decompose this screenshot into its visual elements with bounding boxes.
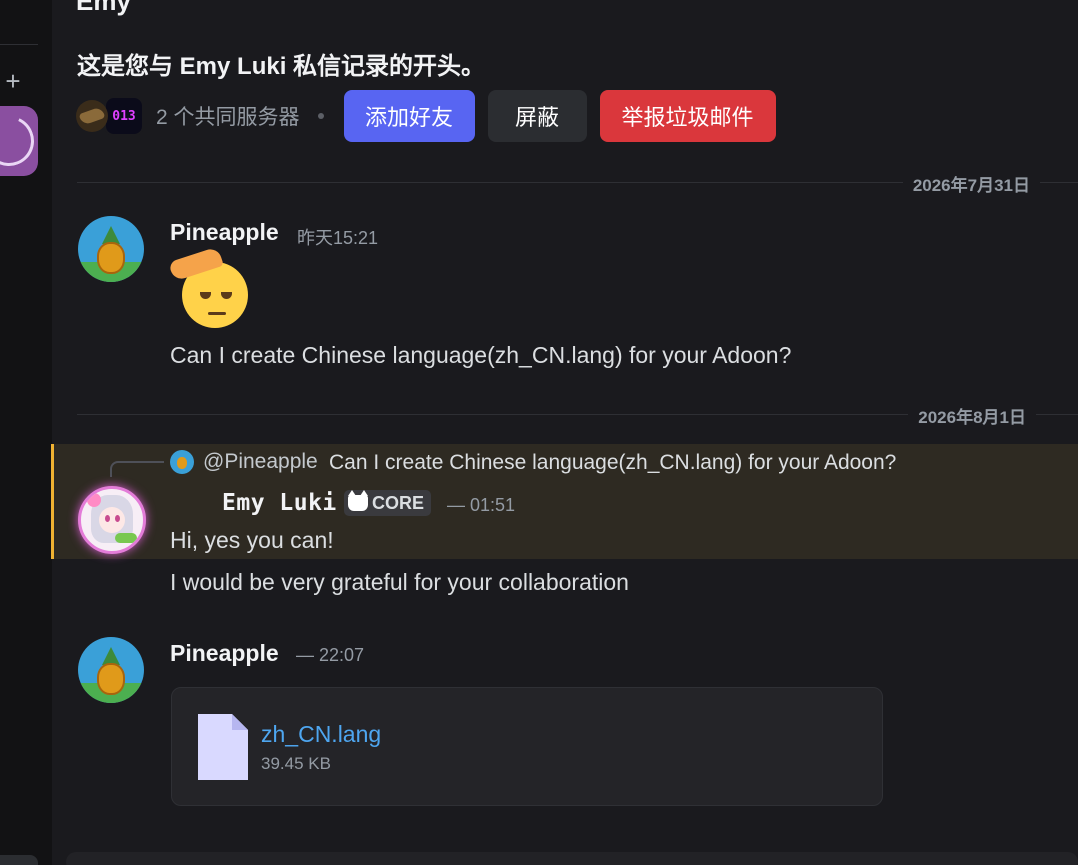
message-author[interactable]: Emy Luki — [222, 490, 337, 516]
chat-pane: Emy 这是您与 Emy Luki 私信记录的开头。 013 2 个共同服务器 … — [51, 0, 1078, 865]
cat-icon — [348, 490, 368, 511]
dm-intro-actions: 013 2 个共同服务器 添加好友 屏蔽 举报垃圾邮件 — [76, 90, 776, 142]
add-friend-button[interactable]: 添加好友 — [343, 90, 475, 142]
reply-spine — [110, 461, 164, 477]
avatar[interactable] — [78, 486, 146, 554]
file-attachment[interactable]: zh_CN.lang 39.45 KB — [171, 687, 883, 806]
reply-avatar[interactable] — [170, 450, 194, 474]
message-text: I would be very grateful for your collab… — [170, 569, 629, 595]
date-divider: 2026年8月1日 — [77, 403, 1078, 428]
file-name-link[interactable]: zh_CN.lang — [261, 721, 381, 748]
message-author[interactable]: Pineapple — [170, 219, 279, 246]
reply-author[interactable]: @Pineapple — [203, 450, 318, 474]
report-spam-button[interactable]: 举报垃圾邮件 — [599, 90, 776, 142]
date-label: 2026年7月31日 — [902, 171, 1040, 196]
server-tag-label: CORE — [372, 492, 425, 513]
saluting-face-icon — [168, 246, 252, 332]
server-ring-icon — [0, 108, 38, 174]
separator-dot — [317, 113, 324, 119]
avatar[interactable] — [78, 216, 144, 282]
avatar[interactable] — [78, 637, 144, 703]
server-rail: + — [0, 0, 52, 865]
date-divider: 2026年7月31日 — [77, 171, 1078, 196]
message-text: Hi, yes you can! — [170, 527, 334, 553]
date-label: 2026年8月1日 — [908, 403, 1036, 428]
rail-footer — [0, 855, 38, 865]
add-server-icon[interactable]: + — [2, 66, 24, 96]
message-timestamp: 昨天15:21 — [297, 228, 379, 248]
mutual-servers-icons[interactable]: 013 — [76, 96, 144, 136]
mention-bar — [51, 444, 54, 559]
server-tag[interactable]: CORE — [344, 490, 432, 516]
message-text: Can I create Chinese language(zh_CN.lang… — [170, 342, 792, 368]
reply-preview-text[interactable]: Can I create Chinese language(zh_CN.lang… — [329, 451, 896, 475]
server-icon[interactable] — [0, 106, 38, 176]
mutual-server-013-icon[interactable]: 013 — [104, 96, 144, 136]
mutual-servers-link[interactable]: 2 个共同服务器 — [156, 101, 300, 131]
file-size: 39.45 KB — [261, 754, 331, 773]
message-timestamp: — 22:07 — [296, 645, 365, 665]
dm-intro-text: 这是您与 Emy Luki 私信记录的开头。 — [77, 53, 486, 80]
message-author[interactable]: Pineapple — [170, 640, 279, 667]
mutual-server-dino-icon[interactable] — [76, 100, 108, 132]
block-button[interactable]: 屏蔽 — [487, 90, 587, 142]
message-timestamp: — 01:51 — [447, 495, 516, 515]
dm-title: Emy — [76, 0, 131, 16]
message-composer[interactable] — [66, 852, 1078, 865]
rail-divider — [0, 44, 38, 45]
